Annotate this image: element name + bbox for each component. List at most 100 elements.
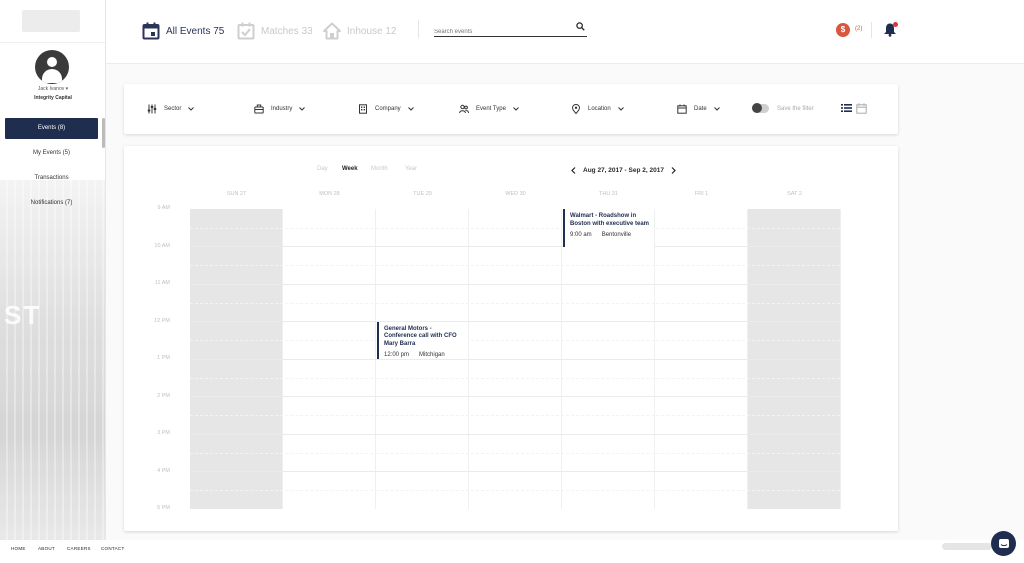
half-hour-line: [190, 228, 840, 229]
chevron-down-icon: [713, 107, 720, 111]
save-filter-label: Save the filter: [777, 106, 814, 112]
half-hour-line: [190, 340, 840, 341]
hour-line: [190, 321, 840, 322]
chevron-down-icon: [188, 107, 195, 111]
day-header-thu: THU 31: [599, 191, 618, 197]
event-title: Walmart - Roadshow in Boston with execut…: [570, 213, 650, 227]
chevron-right-icon: [672, 166, 677, 174]
top-header: All Events 75 Matches 33 Inhouse 12 $ (2…: [106, 0, 1024, 64]
sliders-icon: [147, 104, 157, 114]
sidebar-divider: [0, 42, 105, 43]
hour-line: [190, 246, 840, 247]
filter-date[interactable]: Date: [677, 103, 720, 115]
event-location: Bentonville: [601, 232, 632, 238]
people-icon: [459, 104, 469, 114]
next-week-button[interactable]: [670, 165, 678, 175]
time-label: 9 AM: [157, 205, 170, 211]
tab-matches-label: Matches 33: [261, 25, 313, 37]
chat-preview-bar: [942, 543, 992, 550]
sidebar-scrollbar[interactable]: [102, 118, 105, 148]
event-title: General Motors - Conference call with CF…: [384, 325, 457, 347]
user-company: Integrity Capital: [34, 95, 72, 101]
time-label: 11 AM: [154, 280, 170, 286]
search-box: [434, 20, 587, 37]
hour-line: [190, 396, 840, 397]
tab-all-events-label: All Events 75: [166, 25, 225, 37]
day-header-fri: FRI 1: [694, 191, 709, 197]
search-icon[interactable]: [576, 22, 585, 31]
view-tab-year[interactable]: Year: [405, 166, 417, 172]
filter-location[interactable]: Location: [571, 103, 624, 115]
event-card[interactable]: Walmart - Roadshow in Boston with execut…: [563, 209, 654, 247]
time-label: 5 PM: [157, 505, 170, 511]
sidebar-item-notifications[interactable]: Notifications (7): [5, 193, 98, 214]
money-count: (2): [855, 26, 863, 32]
filter-event-type[interactable]: Event Type: [459, 103, 519, 115]
tab-inhouse[interactable]: Inhouse 12: [323, 20, 397, 42]
day-header-sat: SAT 2: [787, 191, 802, 197]
hour-line: [190, 471, 840, 472]
chevron-down-icon: [407, 107, 414, 111]
event-card[interactable]: General Motors - Conference call with CF…: [377, 321, 468, 359]
view-tab-day[interactable]: Day: [317, 166, 328, 172]
filter-industry[interactable]: Industry: [254, 103, 306, 115]
calendar-grid: Walmart - Roadshow in Boston with execut…: [190, 209, 841, 509]
building-icon: [359, 104, 367, 114]
avatar-head: [47, 57, 57, 67]
calendar-panel: Day Week Month Year Aug 27, 2017 - Sep 2…: [124, 146, 898, 531]
footer-link-contact[interactable]: CONTACT: [101, 546, 125, 551]
tab-all-events[interactable]: All Events 75: [142, 20, 224, 42]
save-filter-toggle[interactable]: [752, 103, 769, 113]
list-view-icon[interactable]: [841, 103, 852, 113]
event-meta: 12:00 pm Mitchigan: [384, 352, 464, 358]
footer-link-careers[interactable]: CAREERS: [67, 546, 91, 551]
footer-link-about[interactable]: ABOUT: [38, 546, 55, 551]
sidebar: ST Jack Ivanov ▾ Integrity Capital Event…: [0, 0, 106, 540]
filter-date-label: Date: [694, 106, 707, 112]
hour-line: [190, 359, 840, 360]
notifications-bell[interactable]: [883, 22, 898, 42]
user-name-dropdown[interactable]: Jack Ivanov ▾: [0, 86, 105, 92]
tab-matches[interactable]: Matches 33: [237, 20, 313, 42]
footer: HOME ABOUT CAREERS CONTACT: [0, 540, 1024, 563]
filter-company[interactable]: Company: [358, 103, 414, 115]
hour-line: [190, 434, 840, 435]
day-header-wed: WED 30: [505, 191, 526, 197]
tab-inhouse-label: Inhouse 12: [347, 25, 397, 37]
filter-company-label: Company: [375, 106, 401, 112]
calendar-view-icon[interactable]: [856, 103, 867, 114]
sidebar-item-my-events[interactable]: My Events (5): [5, 143, 98, 164]
calendar-icon: [142, 22, 160, 40]
half-hour-line: [190, 453, 840, 454]
view-tab-month[interactable]: Month: [371, 166, 388, 172]
calendar-icon: [677, 104, 687, 114]
filter-sector[interactable]: Sector: [147, 103, 195, 115]
logo[interactable]: [22, 10, 80, 32]
sidebar-item-transactions[interactable]: Transactions: [5, 168, 98, 189]
half-hour-line: [190, 378, 840, 379]
footer-link-home[interactable]: HOME: [11, 546, 26, 551]
search-input[interactable]: [434, 26, 569, 35]
sidebar-item-events[interactable]: Events (8): [5, 118, 98, 139]
sidebar-background-image: [0, 180, 105, 540]
chevron-down-icon: [299, 107, 306, 111]
prev-week-button[interactable]: [569, 165, 577, 175]
header-divider: [418, 20, 419, 38]
time-label: 1 PM: [157, 355, 170, 361]
time-label: 3 PM: [157, 430, 170, 436]
avatar[interactable]: [35, 50, 69, 84]
time-label: 12 PM: [154, 318, 170, 324]
filter-bar: Sector Industry Company Event Type Locat…: [124, 84, 898, 134]
chat-button[interactable]: [991, 531, 1016, 556]
filter-sector-label: Sector: [164, 106, 182, 112]
half-hour-line: [190, 303, 840, 304]
view-tab-week[interactable]: Week: [342, 166, 358, 172]
date-navigation: Aug 27, 2017 - Sep 2, 2017: [569, 165, 678, 175]
day-header-tue: TUE 29: [413, 191, 432, 197]
chevron-left-icon: [570, 166, 575, 174]
filter-location-label: Location: [588, 106, 611, 112]
chevron-down-icon: [513, 107, 519, 111]
briefcase-icon: [254, 104, 264, 114]
half-hour-line: [190, 490, 840, 491]
money-icon[interactable]: $: [836, 23, 850, 37]
